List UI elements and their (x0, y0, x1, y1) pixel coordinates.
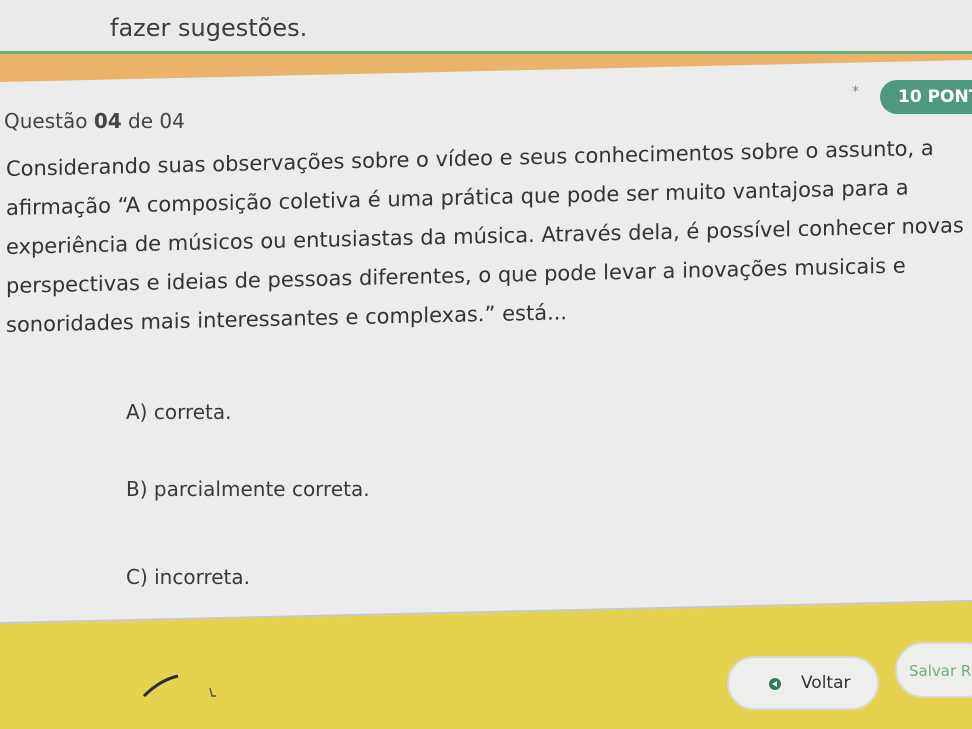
card-edge (0, 51, 972, 54)
back-button-label: Voltar (801, 673, 851, 693)
question-label-prefix: Questão (4, 109, 88, 133)
back-button[interactable]: Voltar (727, 656, 879, 710)
question-statement: Considerando suas observações sobre o ví… (6, 128, 966, 345)
points-badge: 10 PONT (880, 80, 972, 114)
option-a[interactable]: A) correta. (126, 400, 232, 424)
save-button-label: Salvar Ra (909, 662, 972, 680)
option-b[interactable]: B) parcialmente correta. (126, 477, 370, 501)
question-counter: Questão 04 de 04 (4, 109, 185, 133)
pencil-scribble (142, 674, 216, 698)
previous-question-text: fazer sugestões. (110, 14, 308, 42)
question-number: 04 (93, 109, 122, 133)
required-star-icon: * (852, 84, 859, 100)
option-c[interactable]: C) incorreta. (126, 565, 250, 589)
save-button[interactable]: Salvar Ra (895, 642, 972, 698)
arrow-left-icon (769, 678, 781, 690)
question-total: de 04 (128, 109, 185, 133)
